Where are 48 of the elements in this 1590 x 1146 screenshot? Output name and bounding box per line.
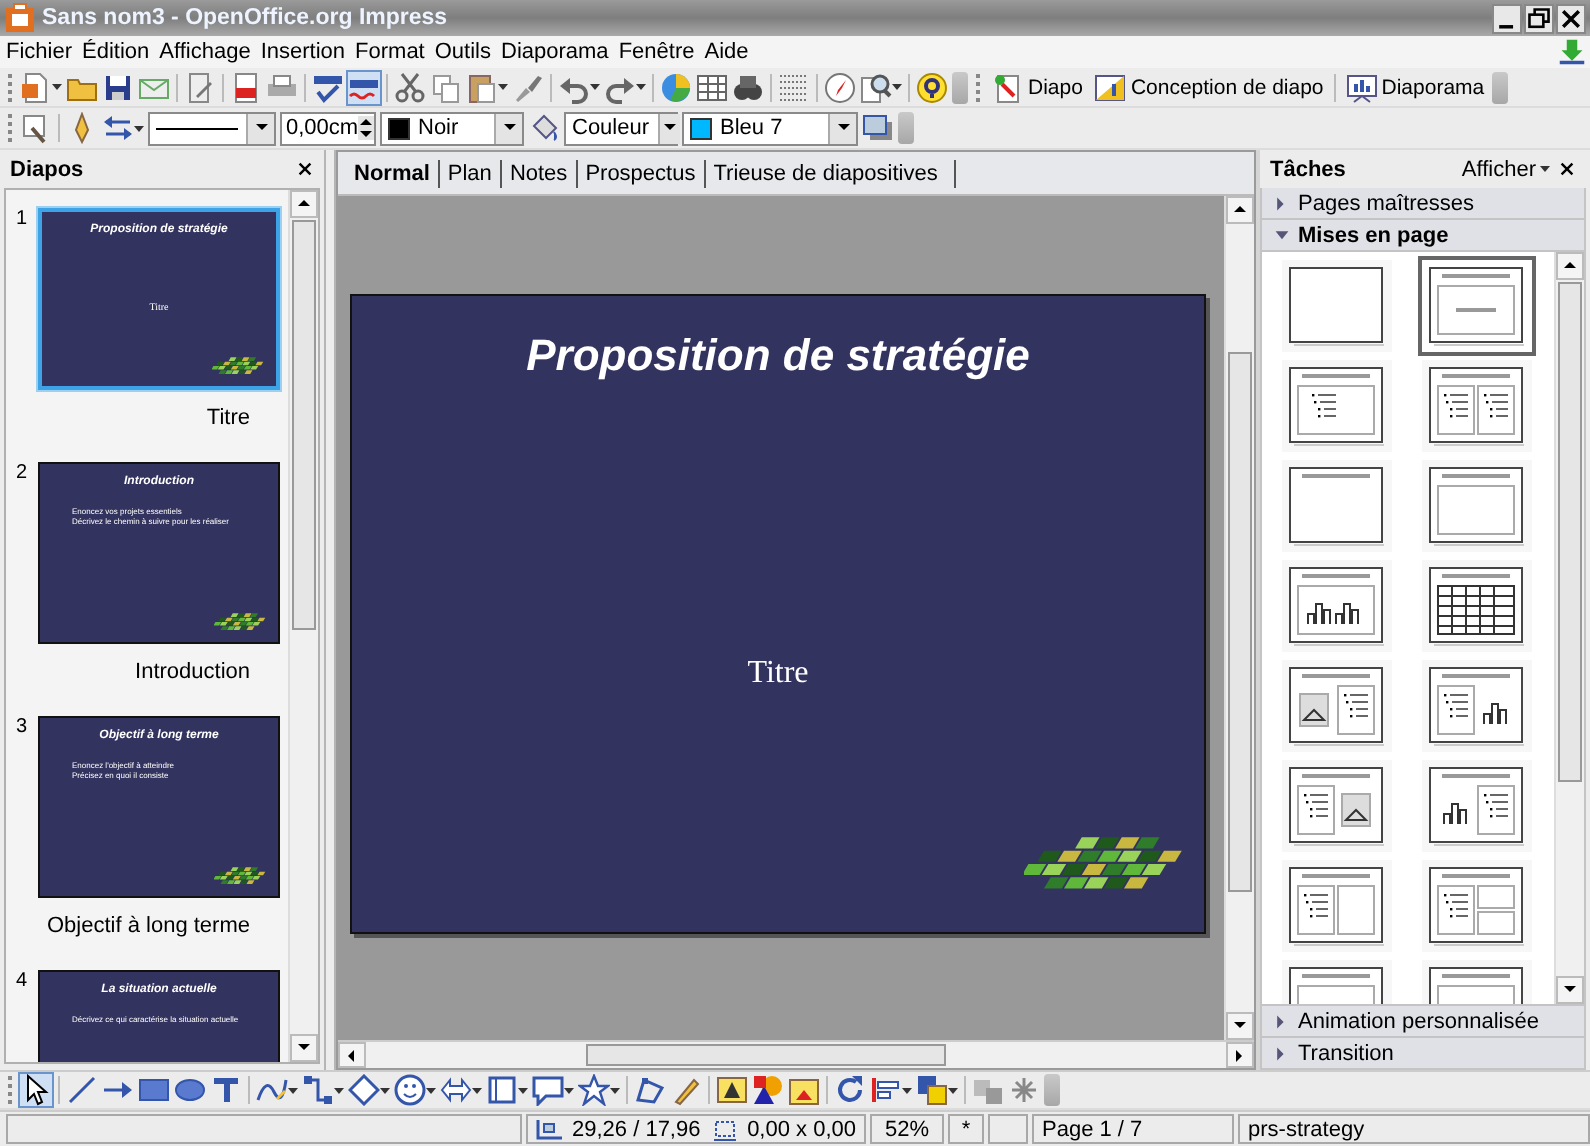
line-width-field[interactable]: 0,00cm [280, 111, 376, 145]
position-text: 29,26 / 17,96 [572, 1117, 703, 1141]
menu-item[interactable]: Diaporama [501, 40, 609, 64]
view-tab[interactable]: Plan [439, 160, 502, 188]
slide-label: Objectif à long terme [45, 914, 252, 938]
slide-design-button[interactable]: Conception de diapo [1090, 69, 1328, 105]
slide-number: 4 [16, 970, 30, 996]
view-tab[interactable]: Notes [501, 160, 578, 188]
slide-title: Proposition de stratégie [524, 330, 1032, 382]
slide-button[interactable]: Diapo [988, 69, 1087, 105]
menu-item[interactable]: Affichage [159, 40, 251, 64]
window-title: Sans nom3 - OpenOffice.org Impress [42, 6, 450, 30]
section-title: Animation personnalisée [1298, 1009, 1539, 1033]
area-color-dropdown[interactable]: Bleu 7 [682, 111, 858, 145]
zoom-level[interactable]: 52% [870, 1114, 944, 1144]
line-color-dropdown[interactable]: Noir [380, 111, 524, 145]
menu-item[interactable]: Édition [82, 40, 150, 64]
view-menu[interactable]: Afficher [1461, 157, 1550, 181]
area-style-dropdown[interactable]: Couleur [564, 111, 678, 145]
menu-item[interactable]: Insertion [260, 40, 346, 64]
panel-title: Diapos [10, 157, 84, 181]
section-header[interactable]: Animation personnalisée [1260, 1006, 1586, 1038]
page-indicator: Page 1 / 7 [1032, 1114, 1234, 1144]
slide-subtitle: Titre [745, 656, 811, 692]
menu-item[interactable]: Format [355, 40, 425, 64]
view-tab[interactable]: Trieuse de diapositives [705, 160, 956, 188]
section-header[interactable]: Pages maîtresses [1260, 188, 1586, 220]
size-text: 0,00 x 0,00 [747, 1117, 856, 1141]
slide-label: Titre [204, 406, 252, 430]
slide-number: 1 [16, 208, 30, 234]
slide-number: 3 [16, 716, 30, 742]
section-header[interactable]: Mises en page [1260, 220, 1586, 252]
menu-item[interactable]: Aide [704, 40, 749, 64]
slide-label: Introduction [133, 660, 252, 684]
menu-item[interactable]: Fichier [6, 40, 73, 64]
slide-number: 2 [16, 462, 30, 488]
slideshow-button[interactable]: Diaporama [1341, 69, 1489, 105]
section-title: Pages maîtresses [1298, 191, 1475, 215]
view-tab[interactable]: Prospectus [577, 160, 706, 188]
modified-indicator: * [948, 1114, 984, 1144]
slide-design-name: prs-strategy [1238, 1114, 1590, 1144]
section-header[interactable]: Transition [1260, 1038, 1586, 1070]
section-title: Transition [1298, 1041, 1394, 1065]
view-tab[interactable]: Normal [346, 160, 440, 188]
section-title: Mises en page [1298, 223, 1449, 247]
panel-title: Tâches [1270, 157, 1346, 181]
menu-item[interactable]: Outils [434, 40, 491, 64]
menu-item[interactable]: Fenêtre [618, 40, 695, 64]
